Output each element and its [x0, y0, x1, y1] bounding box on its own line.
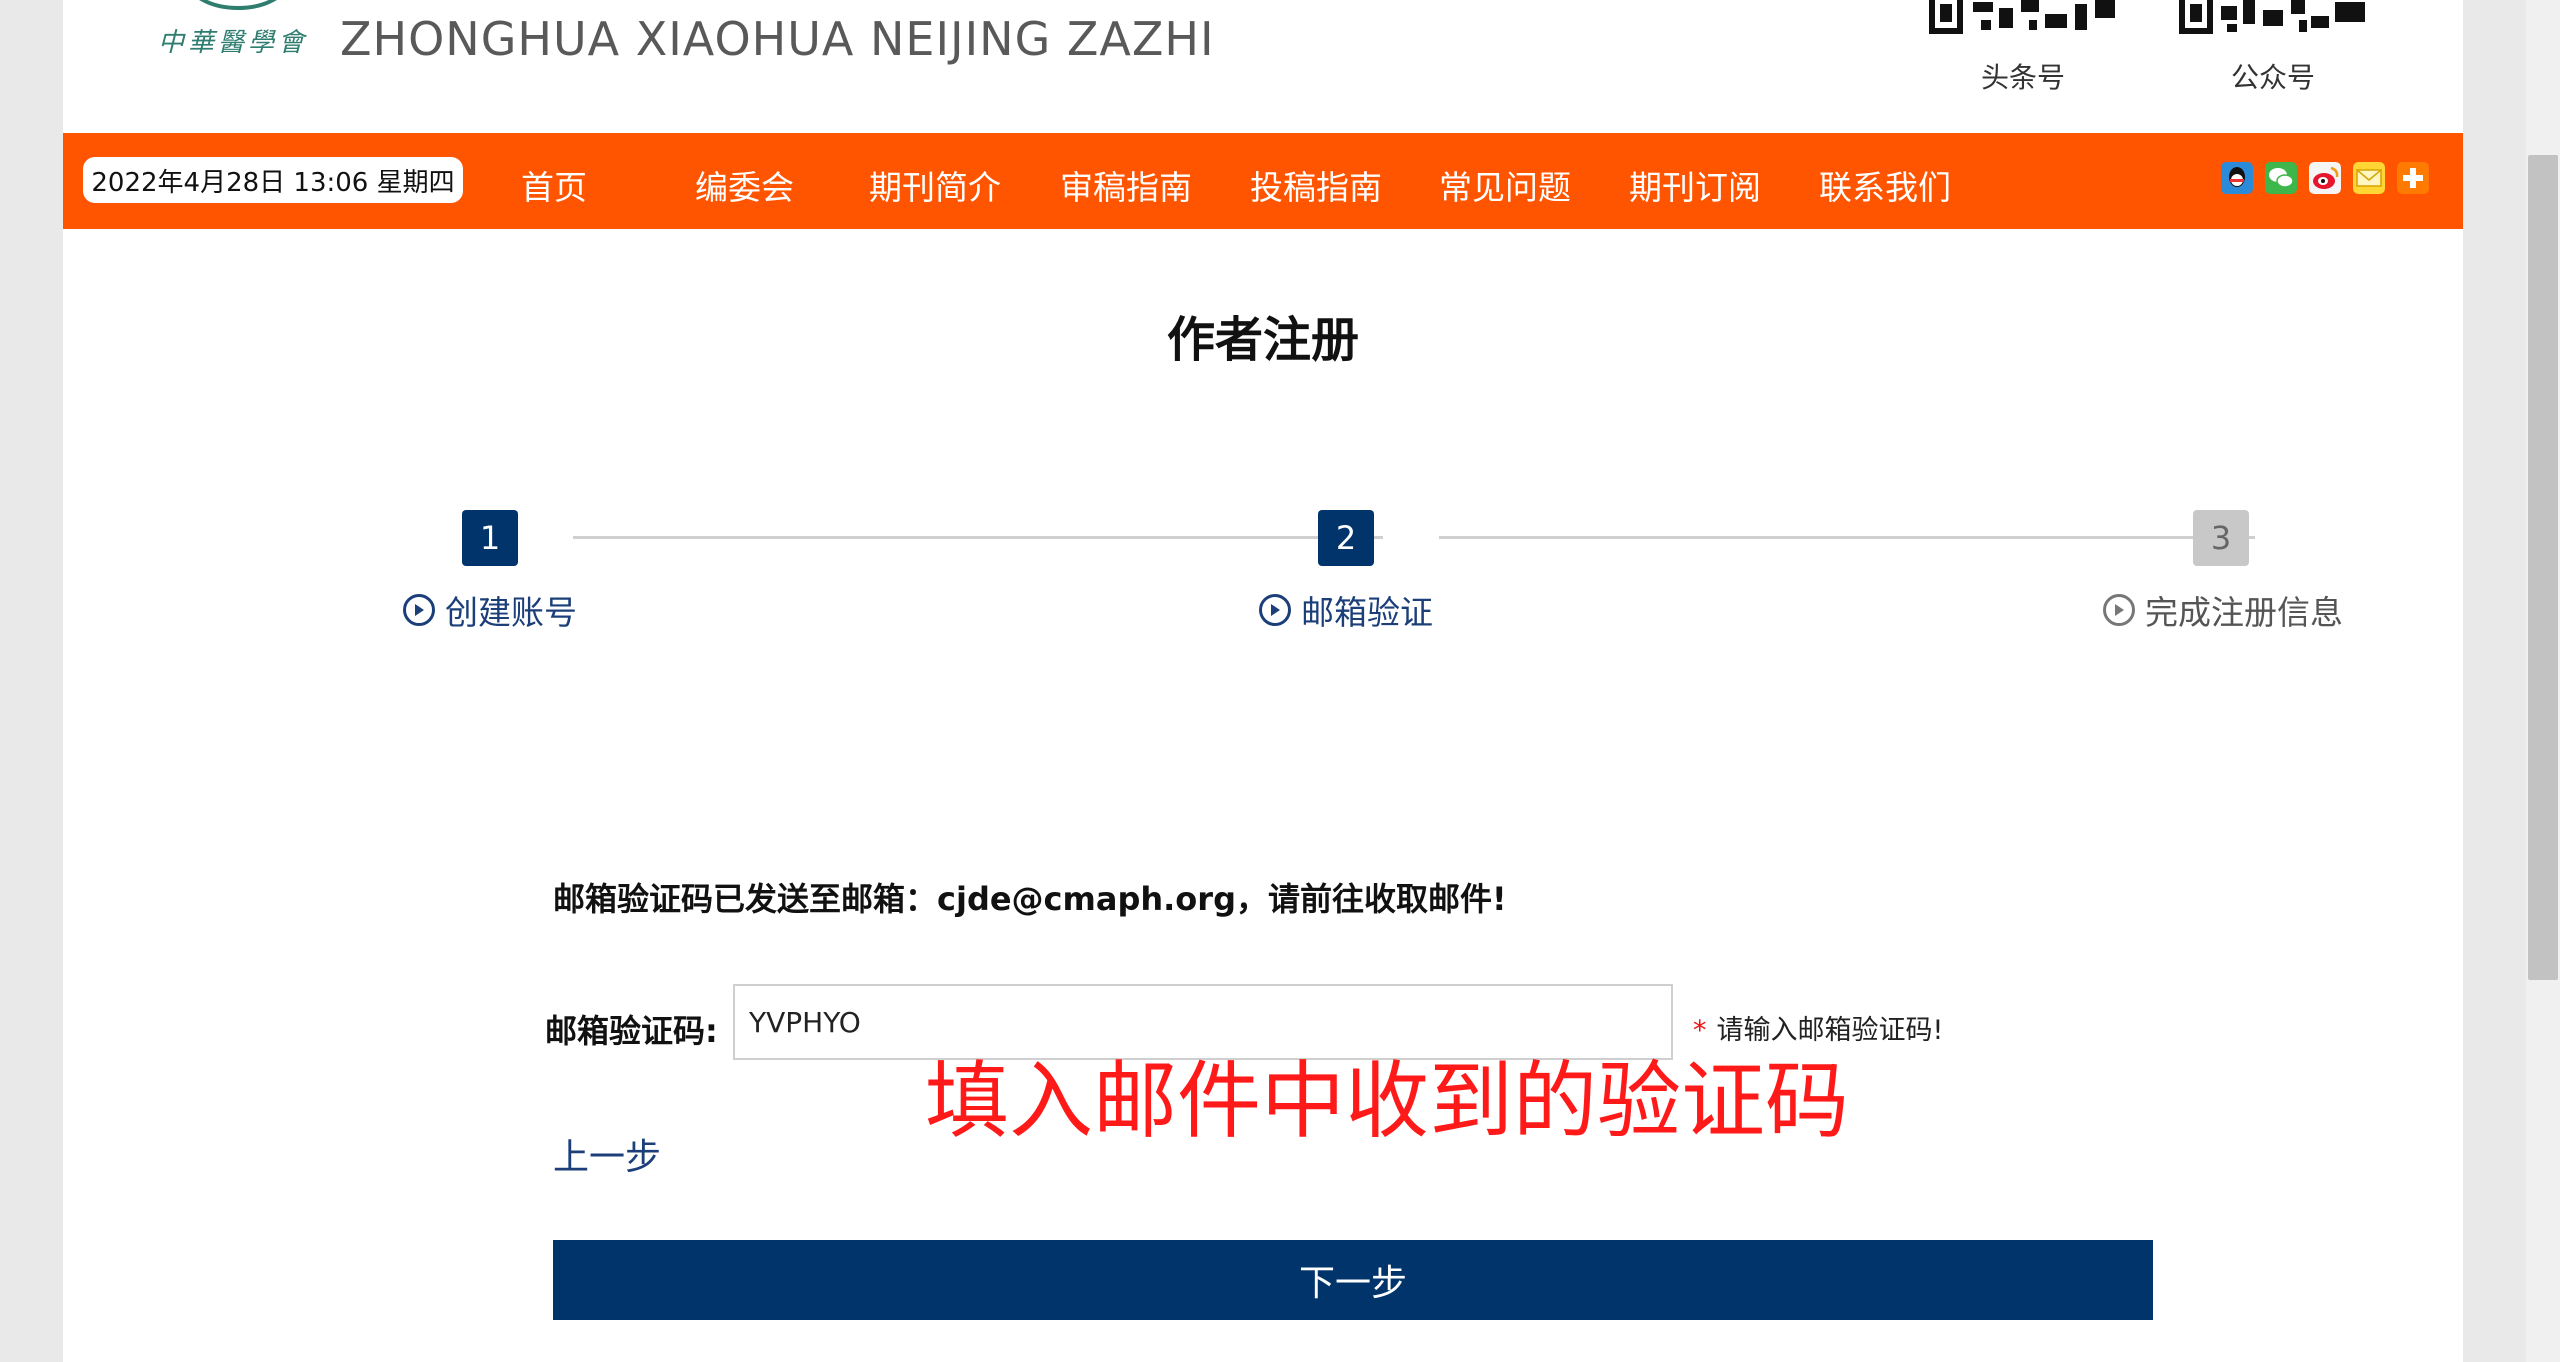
step-2-number: 2 — [1318, 510, 1374, 566]
nav-item-contact[interactable]: 联系我们 — [1819, 161, 1951, 209]
nav-item-submission-guide[interactable]: 投稿指南 — [1250, 161, 1382, 209]
previous-step-link[interactable]: 上一步 — [553, 1128, 661, 1180]
page: 中華醫學會 ZHONGHUA XIAOHUA NEIJING ZAZHI 头条号… — [63, 0, 2463, 1362]
wechat-icon[interactable] — [2265, 162, 2297, 194]
nav-item-home[interactable]: 首页 — [521, 161, 587, 209]
plus-icon[interactable] — [2397, 162, 2429, 194]
step-connector-1-2 — [573, 536, 1383, 539]
arrow-circle-icon — [1259, 594, 1291, 626]
society-emblem-text: 中華醫學會 — [158, 28, 309, 58]
nav-item-faq[interactable]: 常见问题 — [1439, 161, 1571, 209]
email-icon[interactable] — [2353, 162, 2385, 194]
scrollbar-thumb[interactable] — [2528, 155, 2558, 980]
step-2-label: 邮箱验证 — [1301, 593, 1433, 632]
step-3-label: 完成注册信息 — [2145, 593, 2343, 632]
nav-item-journal-intro[interactable]: 期刊简介 — [869, 161, 1001, 209]
main-nav: 2022年4月28日 13:06 星期四 首页 编委会 期刊简介 审稿指南 投稿… — [63, 133, 2463, 229]
journal-name-latin: ZHONGHUA XIAOHUA NEIJING ZAZHI — [340, 12, 1215, 66]
verification-code-label: 邮箱验证码: — [545, 1012, 718, 1050]
society-emblem-icon — [199, 0, 277, 10]
nav-item-editorial-board[interactable]: 编委会 — [695, 161, 794, 209]
page-title: 作者注册 — [1166, 312, 1359, 368]
nav-item-subscription[interactable]: 期刊订阅 — [1629, 161, 1761, 209]
qr-label-wechat-account: 公众号 — [2231, 61, 2316, 94]
arrow-circle-icon — [2103, 594, 2135, 626]
qr-code-toutiao-icon — [1929, 0, 2115, 34]
instruction-annotation: 填入邮件中收到的验证码 — [925, 1052, 1850, 1150]
next-step-button[interactable]: 下一步 — [553, 1240, 2153, 1320]
journal-calligraphy-logo — [363, 0, 1263, 10]
email-sent-message: 邮箱验证码已发送至邮箱：cjde@cmaph.org，请前往收取邮件! — [553, 880, 1507, 918]
step-1: 创建账号 — [403, 586, 577, 634]
step-1-number: 1 — [462, 510, 518, 566]
step-3-number: 3 — [2193, 510, 2249, 566]
step-connector-2-3 — [1439, 536, 2255, 539]
qq-icon[interactable] — [2221, 162, 2253, 194]
current-datetime: 2022年4月28日 13:06 星期四 — [83, 157, 463, 203]
qr-code-wechat-account-icon — [2179, 0, 2365, 34]
nav-item-review-guide[interactable]: 审稿指南 — [1060, 161, 1192, 209]
step-1-label: 创建账号 — [445, 593, 577, 632]
qr-label-toutiao: 头条号 — [1981, 61, 2066, 94]
step-2: 邮箱验证 — [1259, 586, 1433, 634]
weibo-icon[interactable] — [2309, 162, 2341, 194]
step-3: 完成注册信息 — [2103, 586, 2343, 634]
arrow-circle-icon — [403, 594, 435, 626]
